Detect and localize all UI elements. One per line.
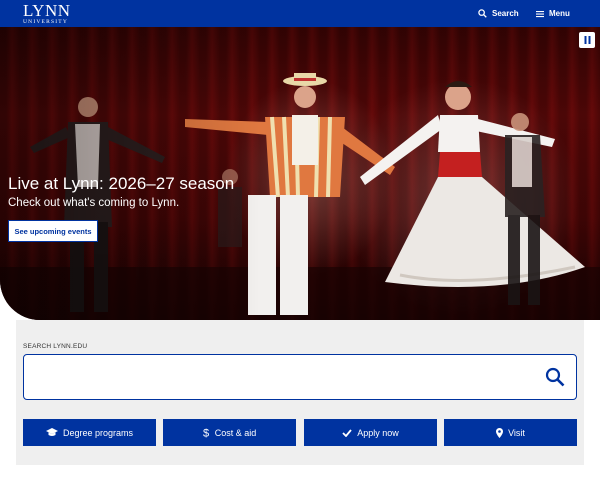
hero-title: Live at Lynn: 2026–27 season (8, 174, 235, 193)
header-menu-label: Menu (549, 9, 570, 18)
search-icon[interactable] (545, 367, 565, 387)
header-search-label: Search (492, 9, 519, 18)
search-input[interactable] (30, 363, 530, 391)
header-search-button[interactable]: Search (478, 0, 519, 27)
performer-right (360, 81, 585, 287)
search-label: SEARCH LYNN.EDU (23, 343, 88, 350)
logo-wordmark: LYNN (23, 1, 71, 20)
hero-text-block: Live at Lynn: 2026–27 season Check out w… (8, 175, 234, 210)
degree-programs-button[interactable]: Degree programs (23, 419, 156, 446)
map-pin-icon (496, 427, 504, 438)
logo-subtitle: UNIVERSITY (23, 19, 68, 25)
search-box[interactable] (23, 354, 577, 400)
search-icon (478, 9, 487, 18)
pause-icon (584, 36, 590, 44)
header-menu-button[interactable]: Menu (536, 0, 570, 27)
graduation-cap-icon (45, 428, 58, 436)
lynn-university-logo[interactable]: LYNN UNIVERSITY (23, 1, 73, 25)
site-header: LYNN UNIVERSITY Search Menu (0, 0, 600, 27)
apply-now-button[interactable]: Apply now (304, 419, 437, 446)
hero-subtitle: Check out what's coming to Lynn. (8, 197, 180, 209)
cost-and-aid-button[interactable]: $ Cost & aid (163, 419, 296, 446)
see-upcoming-events-button[interactable]: See upcoming events (8, 220, 98, 242)
degree-programs-label: Degree programs (62, 427, 134, 438)
apply-now-label: Apply now (357, 427, 399, 438)
pause-video-button[interactable] (579, 32, 595, 48)
dollar-icon: $ (203, 428, 209, 439)
visit-button[interactable]: Visit (444, 419, 577, 446)
cost-and-aid-label: Cost & aid (214, 427, 257, 438)
checkmark-icon (342, 428, 352, 437)
visit-label: Visit (508, 427, 525, 438)
hamburger-menu-icon (536, 10, 544, 17)
svg-text:$: $ (203, 428, 209, 439)
